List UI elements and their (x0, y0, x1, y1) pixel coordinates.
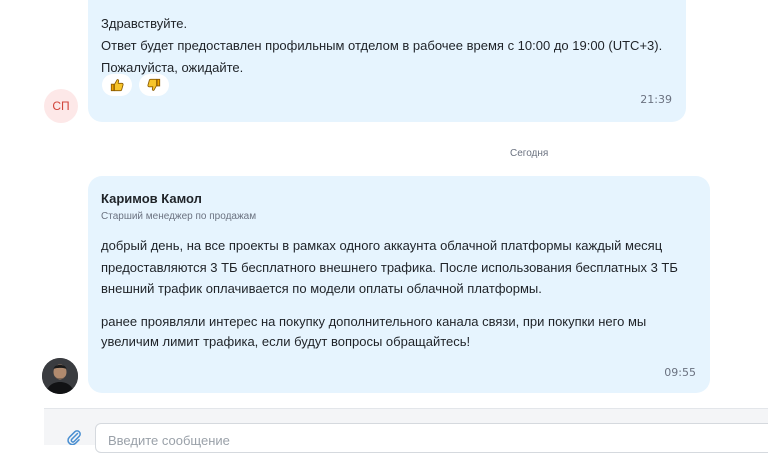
message-text: предоставляются 3 ТБ бесплатного внешнег… (101, 260, 678, 275)
message-author-role: Старший менеджер по продажам (101, 211, 257, 222)
message-bubble: Здравствуйте. Ответ будет предоставлен п… (88, 0, 686, 122)
message-time: 21:39 (640, 93, 672, 106)
dislike-button[interactable] (139, 74, 169, 96)
message-text: внешний трафик оплачивается по модели оп… (101, 281, 542, 296)
message-author: Каримов Камол (101, 191, 202, 206)
message-composer (44, 408, 768, 453)
chat-history: СП Здравствуйте. Ответ будет предоставле… (0, 0, 768, 400)
message-text: добрый день, на все проекты в рамках одн… (101, 238, 663, 253)
message-text: увеличим лимит трафика, если будут вопро… (101, 334, 471, 349)
avatar: СП (44, 89, 78, 123)
thumbs-up-icon (110, 79, 124, 92)
attach-button[interactable] (66, 429, 82, 446)
avatar-initials: СП (52, 99, 70, 113)
message-text: Ответ будет предоставлен профильным отде… (101, 38, 663, 53)
message-text: ранее проявляли интерес на покупку допол… (101, 314, 647, 329)
thumbs-down-icon (147, 78, 161, 91)
avatar (42, 358, 78, 394)
like-button[interactable] (102, 74, 132, 96)
message-text: Здравствуйте. (101, 16, 188, 31)
message-bubble: Каримов Камол Старший менеджер по продаж… (88, 176, 710, 393)
paperclip-icon (67, 430, 81, 446)
date-separator: Сегодня (510, 148, 549, 159)
message-input[interactable] (95, 423, 768, 453)
user-photo-icon (42, 358, 78, 394)
message-time: 09:55 (664, 366, 696, 379)
